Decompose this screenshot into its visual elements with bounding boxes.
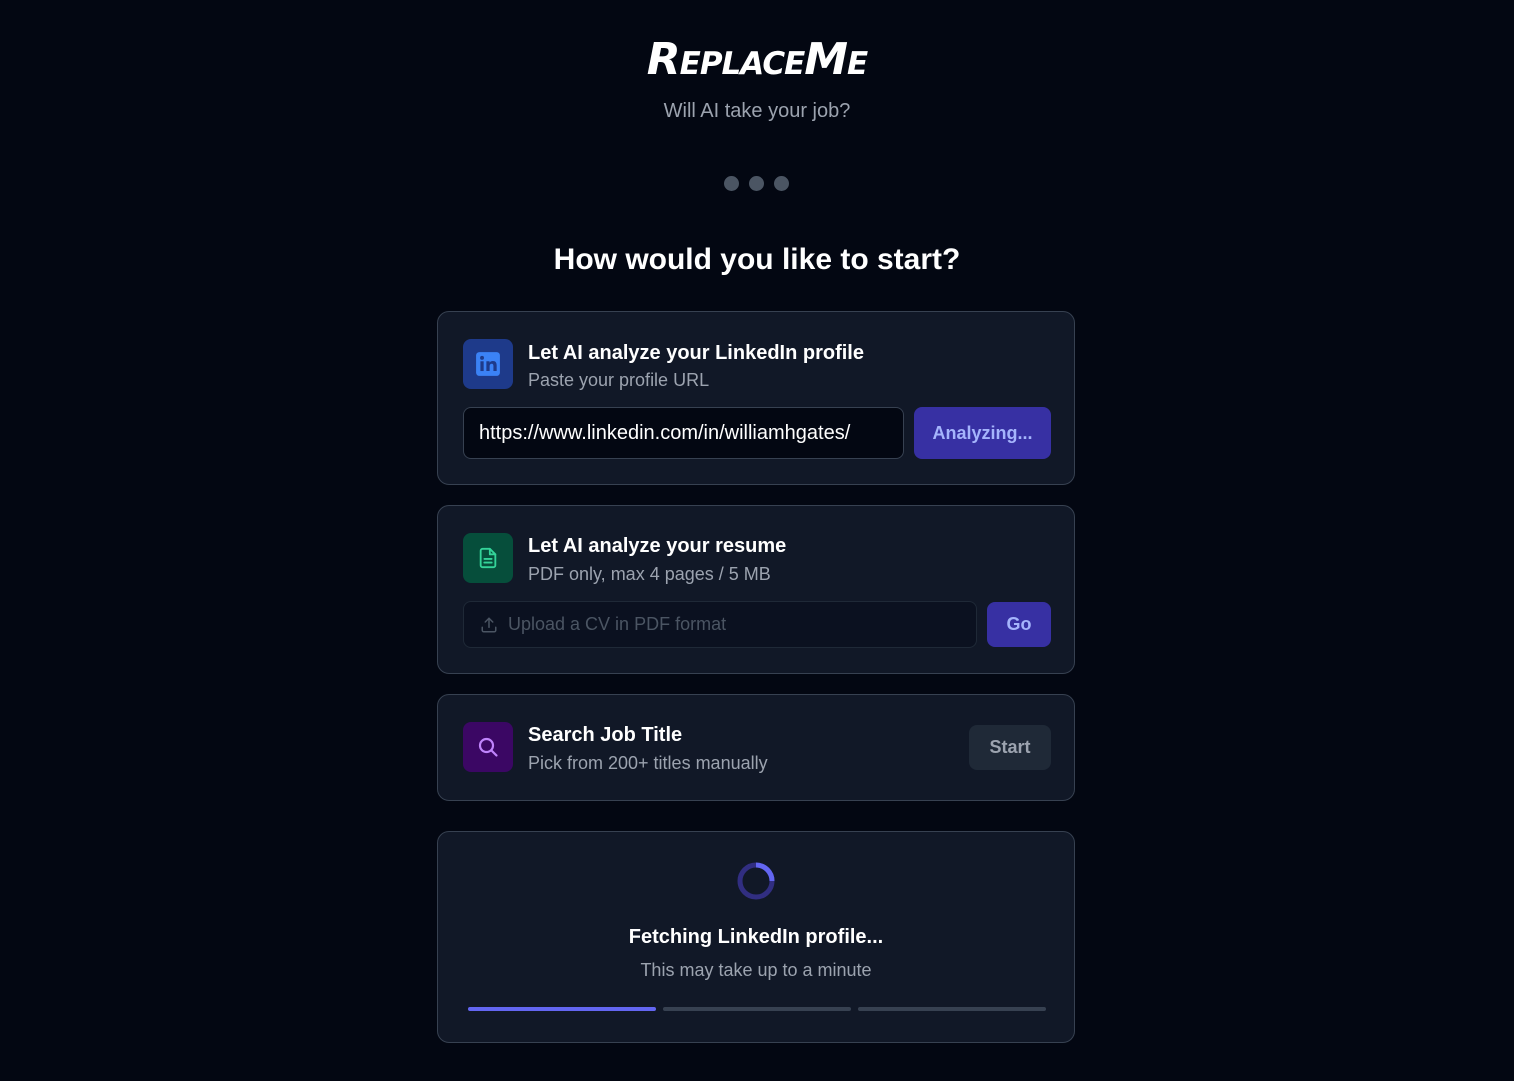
go-button[interactable]: Go xyxy=(987,602,1051,647)
linkedin-card-title: Let AI analyze your LinkedIn profile xyxy=(528,342,864,364)
linkedin-icon xyxy=(463,339,513,389)
linkedin-card: Let AI analyze your LinkedIn profile Pas… xyxy=(437,311,1075,485)
progress-bar xyxy=(468,1007,1046,1011)
loading-title: Fetching LinkedIn profile... xyxy=(628,926,884,948)
progress-segment xyxy=(468,1007,656,1011)
step-dot xyxy=(774,176,789,191)
search-icon xyxy=(463,722,513,772)
replaceme-logo: ReplaceMe xyxy=(646,34,868,85)
page-title: How would you like to start? xyxy=(553,243,961,276)
progress-segment xyxy=(663,1007,851,1011)
search-card-subtitle: Pick from 200+ titles manually xyxy=(528,753,768,773)
document-icon xyxy=(463,533,513,583)
linkedin-card-subtitle: Paste your profile URL xyxy=(528,370,710,390)
upload-placeholder: Upload a CV in PDF format xyxy=(508,614,727,634)
step-dot xyxy=(724,176,739,191)
linkedin-url-input[interactable] xyxy=(463,407,904,459)
loading-subtitle: This may take up to a minute xyxy=(640,960,872,980)
resume-card: Let AI analyze your resume PDF only, max… xyxy=(437,505,1075,674)
tagline: Will AI take your job? xyxy=(663,100,851,122)
start-button[interactable]: Start xyxy=(969,725,1051,770)
search-card-title: Search Job Title xyxy=(528,724,683,746)
progress-segment xyxy=(858,1007,1046,1011)
search-job-card: Search Job Title Pick from 200+ titles m… xyxy=(437,694,1075,801)
resume-card-title: Let AI analyze your resume xyxy=(528,535,787,557)
resume-card-subtitle: PDF only, max 4 pages / 5 MB xyxy=(528,564,771,584)
page: ReplaceMe Will AI take your job? How wou… xyxy=(0,0,1514,1081)
step-dot xyxy=(749,176,764,191)
analyze-button[interactable]: Analyzing... xyxy=(914,407,1051,459)
cv-upload-field[interactable]: Upload a CV in PDF format xyxy=(463,601,977,648)
loading-card: Fetching LinkedIn profile... This may ta… xyxy=(437,831,1075,1043)
step-indicator xyxy=(724,176,789,191)
upload-icon xyxy=(481,617,497,632)
spinner-icon xyxy=(737,862,775,900)
